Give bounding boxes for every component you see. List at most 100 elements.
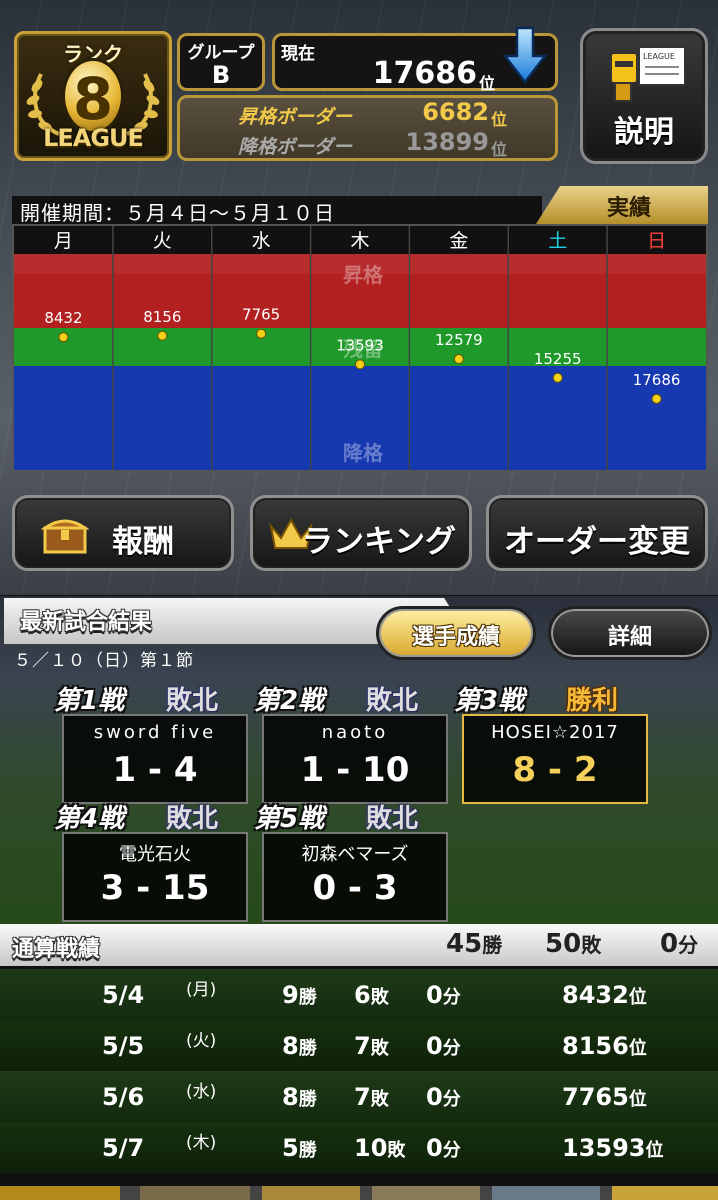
detail-button[interactable]: 詳細: [548, 606, 712, 660]
row-losses: 7敗: [354, 1032, 389, 1060]
chart-data-label: 13593: [336, 336, 384, 354]
summary-row: 5/7 (木) 5勝 10敗 0分 13593位: [0, 1122, 718, 1173]
board-text: LEAGUE: [643, 52, 675, 61]
game-result: 敗北: [366, 686, 419, 716]
summary-title: 通算戦績: [12, 937, 101, 962]
chart-svg: 昇格残留降格月火水木金土日8432 8156 776513593 1257915255…: [14, 226, 706, 470]
game-score: 1 - 4: [112, 750, 198, 790]
row-date: 5/7: [102, 1134, 145, 1162]
game-box: sword five 1 - 4: [62, 714, 248, 804]
reward-button[interactable]: 報酬: [12, 495, 234, 571]
demotion-border-unit: 位: [490, 140, 507, 159]
order-change-button[interactable]: オーダー変更: [486, 495, 708, 571]
row-wins: 8勝: [282, 1083, 317, 1111]
latest-results-title: 最新試合結果: [20, 610, 153, 635]
chart-data-label: 7765: [242, 306, 280, 324]
row-day: (水): [186, 1082, 217, 1102]
group-box: グループ B: [177, 33, 265, 91]
game-number: 第3戦: [454, 686, 525, 716]
summary-row: 5/4 (月) 9勝 6敗 0分 8432位: [0, 969, 718, 1020]
ranking-button[interactable]: ランキング: [250, 495, 472, 571]
current-rank-value: 17686: [372, 56, 477, 91]
explain-label: 説明: [614, 115, 674, 150]
summary-row: 5/6 (水) 8勝 7敗 0分 7765位: [0, 1071, 718, 1122]
summary-row: 5/5 (火) 8勝 7敗 0分 8156位: [0, 1020, 718, 1071]
row-rank: 8156位: [562, 1032, 647, 1060]
row-day: (木): [186, 1133, 217, 1153]
current-label: 現在: [281, 44, 315, 64]
game-score: 0 - 3: [312, 868, 398, 908]
current-rank-unit: 位: [478, 74, 495, 93]
chart-point: [552, 372, 563, 383]
chart-day-label: 火: [153, 230, 172, 252]
group-label: グループ: [187, 43, 255, 63]
chart-day-label: 日: [647, 230, 666, 252]
chart-zone-label: 降格: [343, 441, 384, 465]
demotion-border-label: 降格ボーダー: [238, 136, 353, 158]
results-tab-label: 実績: [606, 196, 651, 221]
chart-point: [651, 393, 662, 404]
summary-wins: 45勝: [446, 929, 503, 959]
chart-day-label: 月: [54, 230, 73, 252]
game-score: 1 - 10: [300, 750, 410, 790]
game-opponent: 初森ベマーズ: [301, 844, 409, 865]
order-change-label: オーダー変更: [504, 524, 690, 560]
row-losses: 7敗: [354, 1083, 389, 1111]
chart-zone-label: 昇格: [343, 263, 384, 287]
league-board-icon: LEAGUE: [610, 46, 686, 102]
latest-results-subtitle: ５／１０（日）第１節: [14, 651, 194, 671]
game-score: 3 - 15: [100, 868, 210, 908]
row-date: 5/5: [102, 1032, 145, 1060]
results-tab[interactable]: 実績: [536, 186, 708, 224]
rank-badge: ランク 8 LEAGUE: [14, 31, 172, 161]
game-number: 第5戦: [254, 804, 325, 834]
game-number: 第2戦: [254, 686, 325, 716]
summary-header: [0, 924, 718, 966]
promotion-border-unit: 位: [490, 110, 507, 129]
player-stats-label: 選手成績: [411, 625, 500, 650]
arrow-down-icon: [503, 26, 547, 85]
game-opponent: 電光石火: [119, 844, 191, 865]
game-result: 勝利: [566, 686, 619, 716]
row-rank: 13593位: [562, 1134, 664, 1162]
game-number: 第4戦: [54, 804, 125, 834]
game-box: HOSEI☆2017 8 - 2: [462, 714, 648, 804]
row-day: (火): [186, 1031, 217, 1051]
row-draws: 0分: [426, 981, 461, 1009]
group-value: B: [211, 61, 231, 89]
row-date: 5/6: [102, 1083, 145, 1111]
game-number: 第1戦: [54, 686, 125, 716]
row-date: 5/4: [102, 981, 145, 1009]
row-wins: 9勝: [282, 981, 317, 1009]
summary-draws: 0分: [660, 929, 699, 959]
chart-data-label: 15255: [534, 350, 582, 368]
explain-button[interactable]: LEAGUE 説明: [580, 28, 708, 164]
detail-label: 詳細: [607, 625, 652, 650]
row-wins: 5勝: [282, 1134, 317, 1162]
demotion-border-value: 13899: [405, 128, 490, 156]
chart-day-label: 金: [449, 230, 468, 252]
row-day: (月): [186, 980, 217, 1000]
ranking-label: ランキング: [301, 524, 457, 560]
game-box: naoto 1 - 10: [262, 714, 448, 804]
game-opponent: naoto: [321, 722, 389, 743]
period-bar: 開催期間：５月４日～５月１０日: [12, 196, 542, 225]
chart-point: [453, 354, 464, 365]
weekly-rank-chart: 昇格 残留 降格月火水木金土日 8432 8156 7765 13593 12579 15255…: [12, 224, 708, 472]
player-stats-button[interactable]: 選手成績: [376, 606, 536, 660]
row-draws: 0分: [426, 1083, 461, 1111]
promotion-border-value: 6682: [422, 98, 489, 126]
chart-day-label: 土: [548, 230, 567, 252]
summary-losses: 50敗: [545, 929, 602, 959]
row-wins: 8勝: [282, 1032, 317, 1060]
reward-label: 報酬: [112, 524, 174, 560]
period-text: 開催期間：５月４日～５月１０日: [20, 201, 335, 225]
chart-data-label: 8432: [44, 309, 82, 327]
game-score: 8 - 2: [512, 750, 598, 790]
game-box: 電光石火 3 - 15: [62, 832, 248, 922]
row-draws: 0分: [426, 1032, 461, 1060]
border-box: 昇格ボーダー 6682 位 降格ボーダー 13899 位: [177, 95, 558, 161]
game-box: 初森ベマーズ 0 - 3: [262, 832, 448, 922]
game-opponent: HOSEI☆2017: [491, 722, 619, 743]
bottom-nav-strip[interactable]: [0, 1186, 718, 1200]
